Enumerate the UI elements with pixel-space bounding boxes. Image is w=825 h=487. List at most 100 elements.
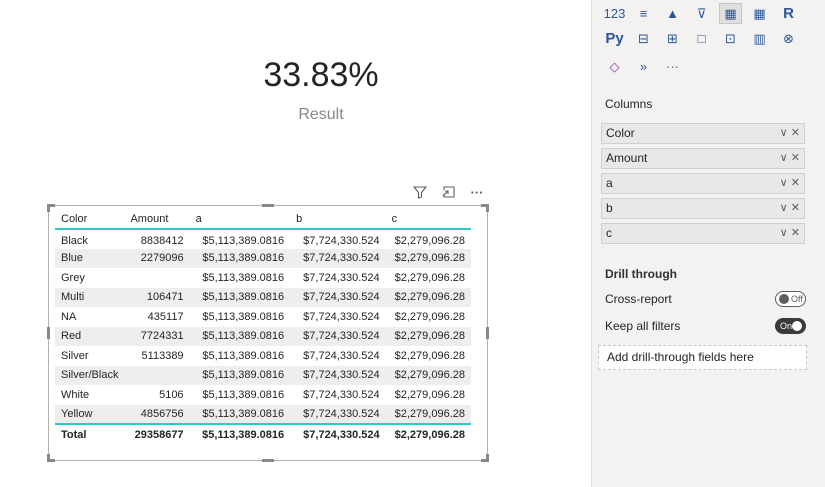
cell-amount: 7724331 (124, 326, 190, 346)
cell-b: $7,724,330.524 (290, 248, 386, 268)
cell-amount (124, 268, 189, 288)
cell-a: $5,113,389.0816 (202, 388, 285, 401)
filter-icon[interactable] (411, 183, 429, 201)
cell-color: Silver (61, 349, 89, 362)
cell-c: $2,279,096.28 (394, 349, 465, 362)
field-name: Amount (606, 151, 648, 165)
viz-icon-row: Py ⊟ ⊞ □ ⊡ ▥ ⊗ (603, 28, 800, 49)
more-options-text: ··· (470, 184, 484, 200)
cell-color: Red (55, 326, 125, 346)
focus-mode-icon[interactable] (440, 183, 458, 201)
field-name: Color (606, 126, 635, 140)
cell-amount: 106471 (124, 287, 190, 307)
drill-through-drop-zone[interactable]: Add drill-through fields here (598, 345, 807, 370)
card-value[interactable]: 33.83% (200, 56, 442, 95)
power-apps-icon[interactable]: ⊗ (777, 28, 800, 49)
total-c: $2,279,096.28 (385, 423, 471, 444)
resize-corner-tr[interactable] (481, 204, 489, 212)
column-field-well[interactable]: c ∨ ✕ (601, 223, 805, 244)
resize-handle-left[interactable] (47, 327, 50, 339)
cross-report-label: Cross-report (605, 292, 672, 306)
cell-c: $2,279,096.28 (385, 365, 471, 385)
pane-divider (558, 0, 592, 487)
resize-handle-top[interactable] (262, 204, 274, 207)
field-dropdown-remove-icon[interactable]: ∨ ✕ (780, 224, 800, 243)
table-row[interactable]: NA 435117 $5,113,389.0816 $7,724,330.524 $2,… (55, 307, 471, 327)
resize-corner-bl[interactable] (47, 454, 55, 462)
resize-corner-tl[interactable] (47, 204, 55, 212)
column-header[interactable]: a (189, 209, 291, 230)
table-row[interactable]: Red 7724331 $5,113,389.0816 $7,724,330.524 $… (55, 326, 471, 346)
matrix-icon[interactable]: ▦ (748, 3, 771, 24)
cell-amount (124, 365, 190, 385)
paginated-report-icon[interactable]: ▥ (748, 28, 771, 49)
cross-report-toggle[interactable]: Off (775, 291, 806, 307)
field-name: a (606, 176, 613, 190)
cell-color: Silver/Black (55, 365, 125, 385)
table-row[interactable]: Blue 2279096 $5,113,389.0816 $7,724,330.524… (55, 248, 471, 268)
resize-handle-bottom[interactable] (262, 459, 274, 462)
table-row[interactable]: Silver 5113389 $5,113,389.0816 $7,724,330.5… (55, 346, 471, 366)
table-row[interactable]: Black 8838412 $5,113,389.0816 $7,724,330.52… (55, 229, 471, 249)
cell-c: $2,279,096.28 (385, 248, 471, 268)
table-row[interactable]: Multi 106471 $5,113,389.0816 $7,724,330.524… (55, 287, 471, 307)
power-bi-goals-icon[interactable]: » (632, 56, 655, 77)
narrative-icon[interactable]: ⊡ (719, 28, 742, 49)
cell-amount: 4856756 (124, 404, 190, 424)
cell-c: $2,279,096.28 (394, 310, 465, 323)
viz-icon-row: ◇ » ··· (603, 56, 684, 77)
field-name: b (606, 201, 613, 215)
cell-a: $5,113,389.0816 (202, 235, 285, 248)
cell-a: $5,113,389.0816 (189, 287, 291, 307)
decomposition-tree-icon[interactable]: ⊞ (661, 28, 684, 49)
field-dropdown-remove-icon[interactable]: ∨ ✕ (780, 199, 800, 218)
column-field-well[interactable]: a ∨ ✕ (601, 173, 805, 194)
field-dropdown-remove-icon[interactable]: ∨ ✕ (780, 124, 800, 143)
table-row[interactable]: Grey $5,113,389.0816 $7,724,330.524 $2,279,… (55, 268, 471, 288)
cell-b: $7,724,330.524 (303, 271, 380, 284)
data-table: Color Amount a b c Black 8838412 $5,113,38… (55, 209, 471, 444)
column-header[interactable]: Color (55, 209, 125, 230)
more-visuals-icon[interactable]: ··· (661, 56, 684, 77)
resize-handle-right[interactable] (486, 327, 489, 339)
cell-a: $5,113,389.0816 (189, 404, 291, 424)
viz-icon-row: 123 ≡ ▲ ⊽ ▦ ▦ R (603, 3, 800, 24)
column-field-well[interactable]: b ∨ ✕ (601, 198, 805, 219)
toggle-state-text: On (780, 321, 793, 331)
column-field-well[interactable]: Amount ∨ ✕ (601, 148, 805, 169)
table-row[interactable]: Silver/Black $5,113,389.0816 $7,724,330.52… (55, 365, 471, 385)
field-dropdown-remove-icon[interactable]: ∨ ✕ (780, 174, 800, 193)
column-header[interactable]: Amount (124, 209, 190, 230)
power-automate-icon[interactable]: ◇ (603, 56, 626, 77)
cell-color: NA (61, 310, 77, 323)
table-icon[interactable]: ▦ (719, 3, 742, 24)
table-row[interactable]: White 5106 $5,113,389.0816 $7,724,330.524 $2… (55, 385, 471, 405)
table-row[interactable]: Yellow 4856756 $5,113,389.0816 $7,724,330.5… (55, 404, 471, 424)
cell-b: $7,724,330.524 (290, 365, 386, 385)
column-header[interactable]: b (290, 209, 386, 230)
key-influencers-icon[interactable]: ⊟ (632, 28, 655, 49)
cell-a: $5,113,389.0816 (202, 310, 285, 323)
field-dropdown-remove-icon[interactable]: ∨ ✕ (780, 149, 800, 168)
total-amount: 29358677 (124, 423, 190, 444)
qa-icon[interactable]: □ (690, 28, 713, 49)
r-visual-icon[interactable]: R (777, 3, 800, 24)
keep-all-filters-label: Keep all filters (605, 319, 681, 333)
column-field-well[interactable]: Color ∨ ✕ (601, 123, 805, 144)
keep-all-filters-toggle[interactable]: On (775, 318, 806, 334)
multi-row-card-icon[interactable]: 123 (603, 3, 626, 24)
cell-b: $7,724,330.524 (303, 310, 380, 323)
cell-c: $2,279,096.28 (385, 287, 471, 307)
cell-amount: 435117 (147, 310, 184, 323)
resize-corner-br[interactable] (481, 454, 489, 462)
slicer-icon[interactable]: ⊽ (690, 3, 713, 24)
column-header[interactable]: c (385, 209, 471, 230)
cell-c: $2,279,096.28 (394, 271, 465, 284)
kpi-icon[interactable]: ▲ (661, 3, 684, 24)
card-label: Result (298, 106, 344, 123)
more-options-icon[interactable]: ··· (468, 183, 486, 201)
card-icon[interactable]: ≡ (632, 3, 655, 24)
python-visual-icon[interactable]: Py (603, 28, 626, 49)
cell-a: $5,113,389.0816 (202, 349, 285, 362)
cell-c: $2,279,096.28 (394, 235, 465, 248)
